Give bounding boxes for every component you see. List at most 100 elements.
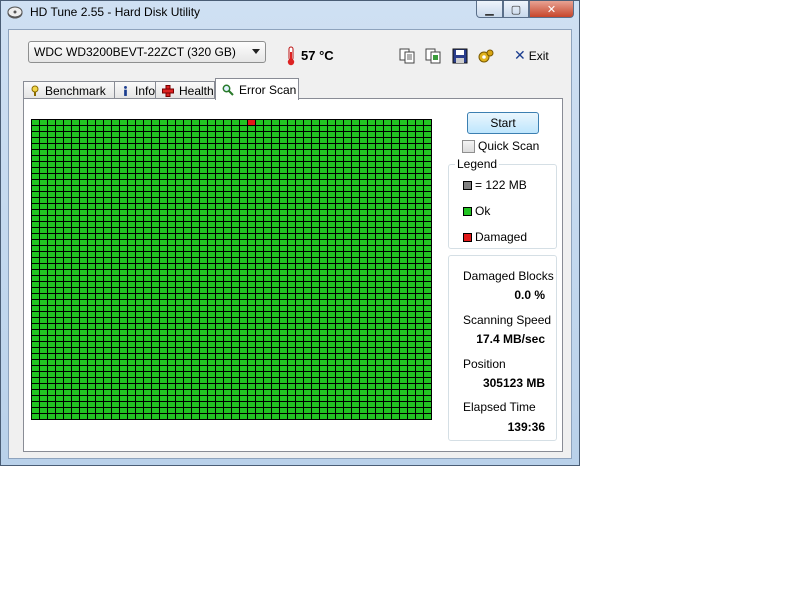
- scan-block: [264, 300, 271, 305]
- scan-block: [256, 210, 263, 215]
- scan-block: [272, 366, 279, 371]
- tab-info[interactable]: Info: [114, 81, 156, 99]
- scan-block: [80, 282, 87, 287]
- scan-block: [248, 336, 255, 341]
- scan-block: [72, 276, 79, 281]
- quick-scan-option[interactable]: Quick Scan: [462, 139, 539, 153]
- scan-block: [280, 342, 287, 347]
- scan-block: [424, 324, 431, 329]
- options-icon[interactable]: [477, 47, 495, 65]
- scan-block: [344, 390, 351, 395]
- save-icon[interactable]: [451, 47, 469, 65]
- minimize-button[interactable]: ▁: [476, 1, 503, 18]
- scan-block: [248, 186, 255, 191]
- scan-block: [248, 288, 255, 293]
- close-button[interactable]: ✕: [529, 1, 574, 18]
- scan-block: [384, 144, 391, 149]
- maximize-button[interactable]: ▢: [503, 1, 529, 18]
- scan-block: [384, 276, 391, 281]
- scan-block: [104, 138, 111, 143]
- scan-block: [96, 336, 103, 341]
- scan-block: [264, 204, 271, 209]
- scan-block: [312, 228, 319, 233]
- scan-block: [184, 204, 191, 209]
- scan-block: [336, 150, 343, 155]
- scan-block: [152, 378, 159, 383]
- scan-block: [40, 168, 47, 173]
- scan-block: [96, 240, 103, 245]
- scan-block: [48, 288, 55, 293]
- scan-block: [248, 150, 255, 155]
- scan-block: [296, 186, 303, 191]
- scan-block: [400, 294, 407, 299]
- scan-block: [216, 264, 223, 269]
- scan-block: [200, 144, 207, 149]
- scan-block: [336, 210, 343, 215]
- scan-block: [392, 186, 399, 191]
- scan-block: [408, 234, 415, 239]
- scan-block: [224, 306, 231, 311]
- scan-block: [64, 318, 71, 323]
- scan-block: [56, 276, 63, 281]
- scan-block: [232, 294, 239, 299]
- scan-block: [336, 186, 343, 191]
- copy-text-icon[interactable]: [398, 47, 416, 65]
- scan-block: [112, 306, 119, 311]
- scan-block: [408, 282, 415, 287]
- scan-block: [416, 336, 423, 341]
- scan-block: [320, 210, 327, 215]
- copy-screenshot-icon[interactable]: [424, 47, 442, 65]
- scan-block: [104, 282, 111, 287]
- scan-block: [352, 192, 359, 197]
- scan-block: [336, 234, 343, 239]
- scan-block: [216, 384, 223, 389]
- scan-block: [192, 156, 199, 161]
- scan-block: [176, 150, 183, 155]
- scan-block: [64, 198, 71, 203]
- scan-block: [96, 192, 103, 197]
- scan-block: [296, 144, 303, 149]
- scan-block: [200, 324, 207, 329]
- scan-block: [264, 390, 271, 395]
- tab-health[interactable]: Health: [155, 81, 215, 99]
- scan-block: [344, 276, 351, 281]
- scan-block: [200, 330, 207, 335]
- scan-block: [256, 390, 263, 395]
- scan-block: [208, 258, 215, 263]
- scan-block: [104, 408, 111, 413]
- scan-block: [408, 138, 415, 143]
- scan-block: [48, 204, 55, 209]
- scan-block: [168, 306, 175, 311]
- scan-block: [144, 222, 151, 227]
- scan-block: [80, 312, 87, 317]
- scan-block: [408, 204, 415, 209]
- scan-block: [288, 300, 295, 305]
- scan-block: [136, 414, 143, 419]
- scan-block: [232, 342, 239, 347]
- scan-block: [32, 240, 39, 245]
- scan-block: [424, 126, 431, 131]
- scan-block: [344, 246, 351, 251]
- drive-select[interactable]: WDC WD3200BEVT-22ZCT (320 GB): [28, 41, 266, 63]
- scan-block: [120, 126, 127, 131]
- scan-block: [152, 318, 159, 323]
- tab-benchmark[interactable]: Benchmark: [23, 81, 115, 99]
- scan-block: [160, 372, 167, 377]
- title-bar[interactable]: HD Tune 2.55 - Hard Disk Utility ▁ ▢ ✕: [1, 1, 579, 25]
- scan-block: [240, 162, 247, 167]
- scan-block: [288, 120, 295, 125]
- scan-block: [200, 390, 207, 395]
- scan-block: [152, 384, 159, 389]
- scan-block: [88, 306, 95, 311]
- start-button[interactable]: Start: [467, 112, 539, 134]
- scan-block: [64, 288, 71, 293]
- tab-error-scan[interactable]: Error Scan: [215, 78, 299, 100]
- scan-block: [32, 222, 39, 227]
- scan-block: [248, 312, 255, 317]
- scan-block: [104, 264, 111, 269]
- scan-block: [112, 240, 119, 245]
- scan-block: [416, 264, 423, 269]
- exit-button[interactable]: ✕ Exit: [514, 47, 549, 64]
- quick-scan-checkbox[interactable]: [462, 139, 475, 153]
- scan-block: [168, 396, 175, 401]
